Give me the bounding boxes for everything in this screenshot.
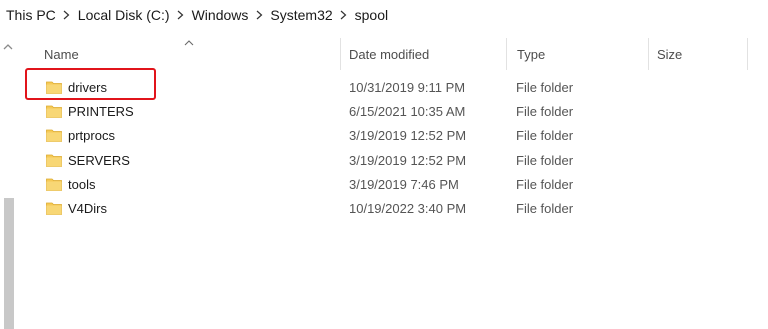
file-date-modified: 6/15/2021 10:35 AM — [349, 104, 466, 120]
scroll-up-arrow-icon[interactable] — [3, 43, 13, 51]
chevron-right-icon[interactable] — [56, 10, 78, 20]
column-label-name: Name — [44, 46, 79, 62]
column-header-name[interactable]: Name — [18, 38, 340, 70]
scrollbar-thumb[interactable] — [4, 198, 14, 329]
file-row-prtprocs[interactable]: prtprocs 3/19/2019 12:52 PM File folder — [18, 124, 748, 148]
folder-icon — [46, 105, 62, 119]
navigation-pane-scrollbar[interactable] — [0, 40, 18, 329]
file-name: PRINTERS — [68, 104, 134, 120]
file-date-modified: 10/31/2019 9:11 PM — [349, 80, 466, 95]
folder-icon — [46, 202, 62, 215]
file-row-servers[interactable]: SERVERS 3/19/2019 12:52 PM File folder — [18, 149, 748, 173]
folder-icon — [46, 178, 62, 191]
highlight-annotation-box — [25, 68, 156, 100]
file-name: tools — [68, 176, 96, 192]
file-name: SERVERS — [68, 152, 130, 168]
breadcrumb-item-spool[interactable]: spool — [355, 7, 388, 23]
file-name: V4Dirs — [68, 200, 108, 216]
column-header-size[interactable]: Size — [648, 38, 748, 70]
breadcrumb-item-windows[interactable]: Windows — [192, 7, 249, 23]
breadcrumb-item-system32[interactable]: System32 — [270, 7, 332, 23]
file-row-tools[interactable]: tools 3/19/2019 7:46 PM File folder — [18, 173, 748, 197]
column-header-date-modified[interactable]: Date modified — [340, 38, 506, 70]
sort-ascending-icon — [184, 40, 194, 46]
file-type: File folder — [516, 128, 574, 144]
file-row-v4dirs[interactable]: V4Dirs 10/19/2022 3:40 PM File folder — [18, 197, 748, 221]
file-date-modified: 3/19/2019 12:52 PM — [349, 128, 467, 144]
breadcrumb-item-local-disk[interactable]: Local Disk (C:) — [78, 7, 170, 23]
chevron-right-icon[interactable] — [333, 10, 355, 20]
folder-icon — [46, 154, 62, 167]
column-header-type[interactable]: Type — [506, 38, 648, 70]
breadcrumb: This PC Local Disk (C:) Windows System32… — [0, 0, 768, 30]
column-label-date-modified: Date modified — [349, 46, 430, 62]
chevron-right-icon[interactable] — [170, 10, 192, 20]
file-type: File folder — [516, 200, 574, 216]
file-type: File folder — [516, 104, 574, 120]
chevron-right-icon[interactable] — [248, 10, 270, 20]
file-date-modified: 3/19/2019 7:46 PM — [349, 176, 459, 192]
file-type: File folder — [516, 80, 574, 95]
column-label-type: Type — [517, 46, 546, 62]
breadcrumb-item-this-pc[interactable]: This PC — [6, 7, 56, 23]
column-label-size: Size — [657, 46, 683, 62]
file-type: File folder — [516, 176, 574, 192]
file-row-printers[interactable]: PRINTERS 6/15/2021 10:35 AM File folder — [18, 100, 748, 124]
file-date-modified: 3/19/2019 12:52 PM — [349, 152, 467, 168]
folder-icon — [46, 129, 62, 143]
file-date-modified: 10/19/2022 3:40 PM — [349, 200, 467, 216]
file-name: prtprocs — [68, 128, 115, 144]
file-type: File folder — [516, 152, 574, 168]
column-header: Name Date modified Type Size — [18, 38, 748, 70]
